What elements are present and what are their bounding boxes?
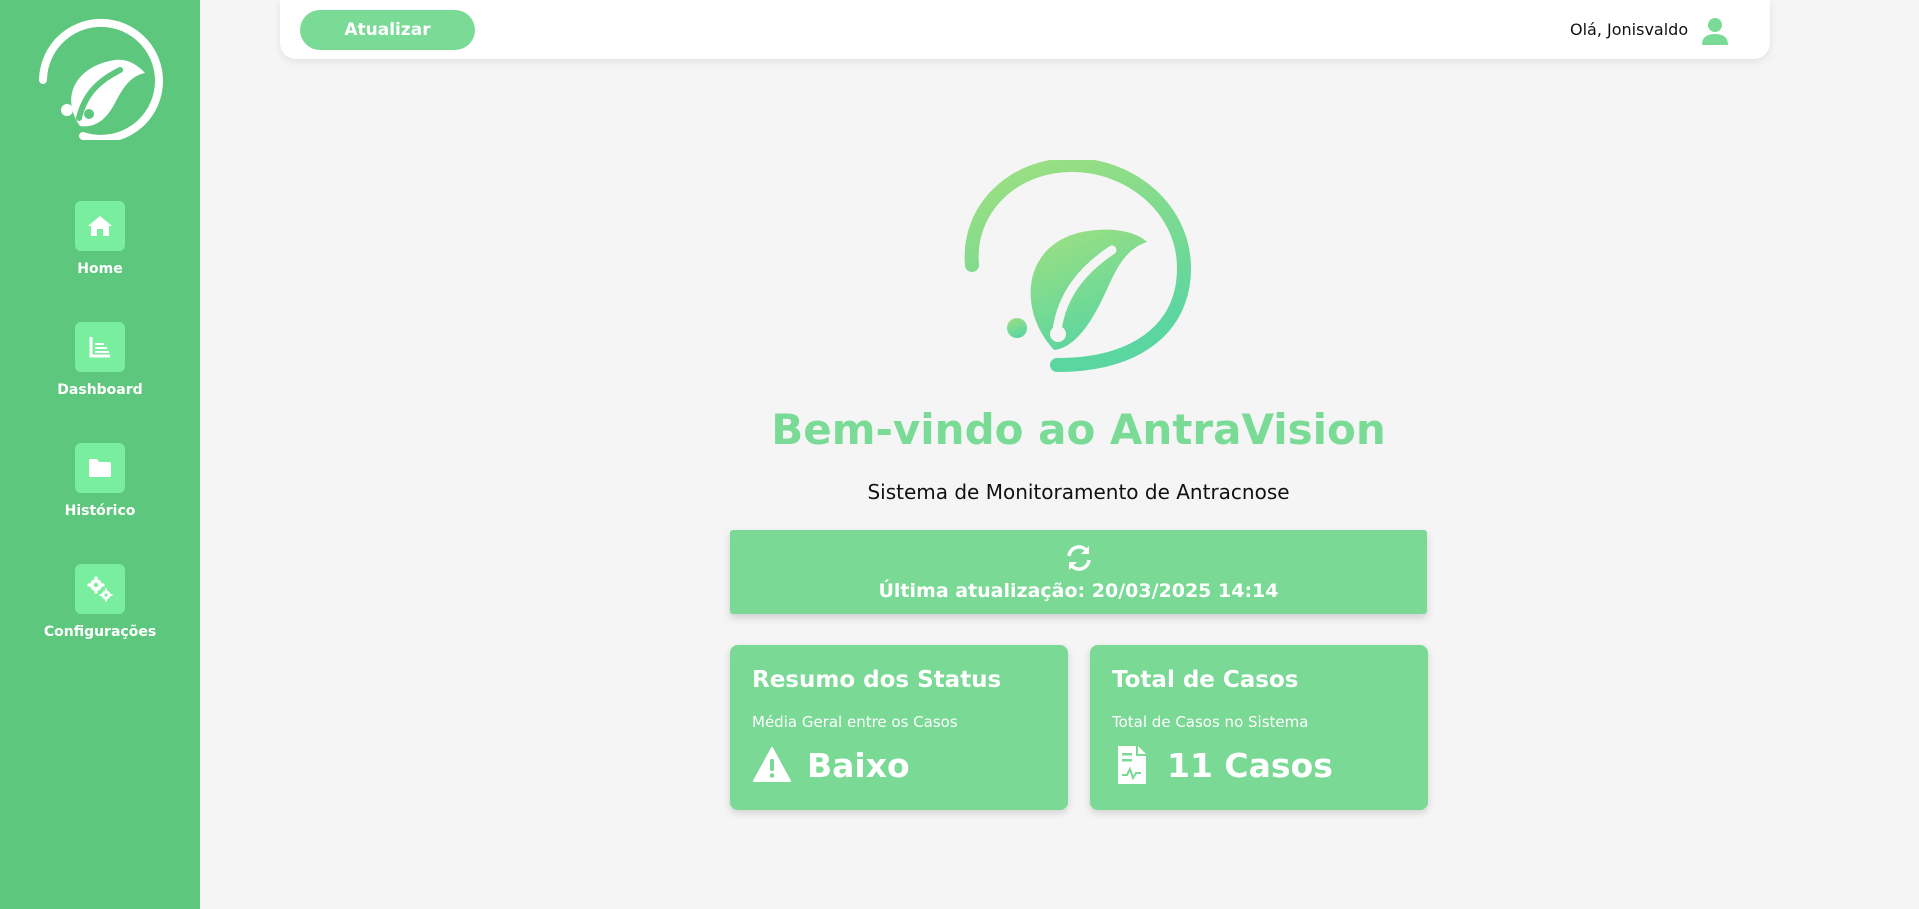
chart-icon (75, 322, 125, 372)
total-cases-card: Total de Casos Total de Casos no Sistema… (1090, 645, 1428, 810)
last-update-card: Última atualização: 20/03/2025 14:14 (730, 530, 1427, 614)
user-greeting: Olá, Jonisvaldo (1570, 20, 1689, 39)
leaf-logo-icon[interactable] (35, 18, 165, 140)
card-value-row: Baixo (752, 745, 910, 785)
user-icon[interactable] (1700, 16, 1730, 46)
gears-icon (75, 564, 125, 614)
warning-icon (753, 747, 791, 782)
card-value-row: 11 Casos (1112, 745, 1333, 785)
card-value: Baixo (807, 745, 910, 785)
page-title: Bem-vindo ao AntraVision (771, 405, 1386, 454)
update-button[interactable]: Atualizar (300, 10, 475, 50)
card-title: Total de Casos (1112, 667, 1299, 693)
sidebar-item-home[interactable]: Home (0, 201, 200, 277)
card-description: Média Geral entre os Casos (752, 713, 958, 731)
file-icon (1118, 746, 1146, 784)
card-description: Total de Casos no Sistema (1112, 713, 1309, 731)
sidebar-item-label: Configurações (43, 624, 157, 640)
top-bar: Atualizar Olá, Jonisvaldo (280, 0, 1770, 59)
home-icon (75, 201, 125, 251)
status-summary-card: Resumo dos Status Média Geral entre os C… (730, 645, 1068, 810)
page-subtitle: Sistema de Monitoramento de Antracnose (867, 480, 1290, 504)
sidebar: Home Dashboard Histórico Configurações (0, 0, 200, 909)
card-value: 11 Casos (1167, 745, 1333, 785)
sidebar-item-historico[interactable]: Histórico (0, 443, 200, 519)
sidebar-item-label: Dashboard (57, 382, 143, 398)
sidebar-item-label: Histórico (64, 503, 136, 519)
antravision-logo-icon (964, 160, 1192, 372)
sidebar-item-configuracoes[interactable]: Configurações (0, 564, 200, 640)
refresh-icon[interactable] (1063, 542, 1095, 574)
last-update-text: Última atualização: 20/03/2025 14:14 (878, 580, 1279, 602)
folder-icon (75, 443, 125, 493)
card-title: Resumo dos Status (752, 667, 1002, 693)
sidebar-item-label: Home (77, 261, 123, 277)
sidebar-item-dashboard[interactable]: Dashboard (0, 322, 200, 398)
